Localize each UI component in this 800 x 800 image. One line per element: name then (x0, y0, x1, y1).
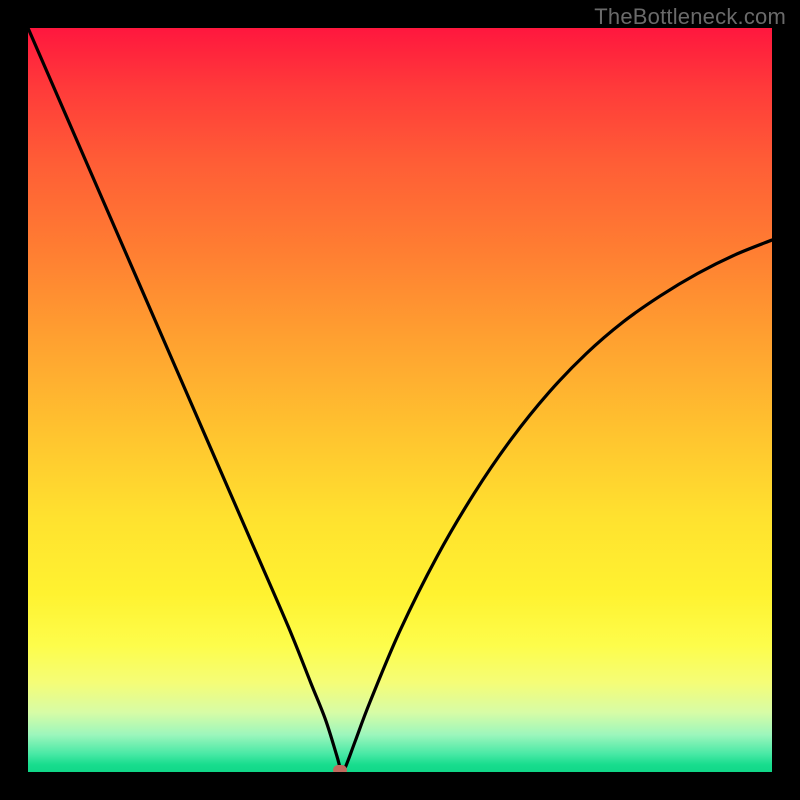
optimum-marker (333, 765, 347, 772)
watermark-text: TheBottleneck.com (594, 4, 786, 30)
plot-area (28, 28, 772, 772)
curve-layer (28, 28, 772, 772)
chart-frame: TheBottleneck.com (0, 0, 800, 800)
bottleneck-curve (28, 28, 772, 770)
